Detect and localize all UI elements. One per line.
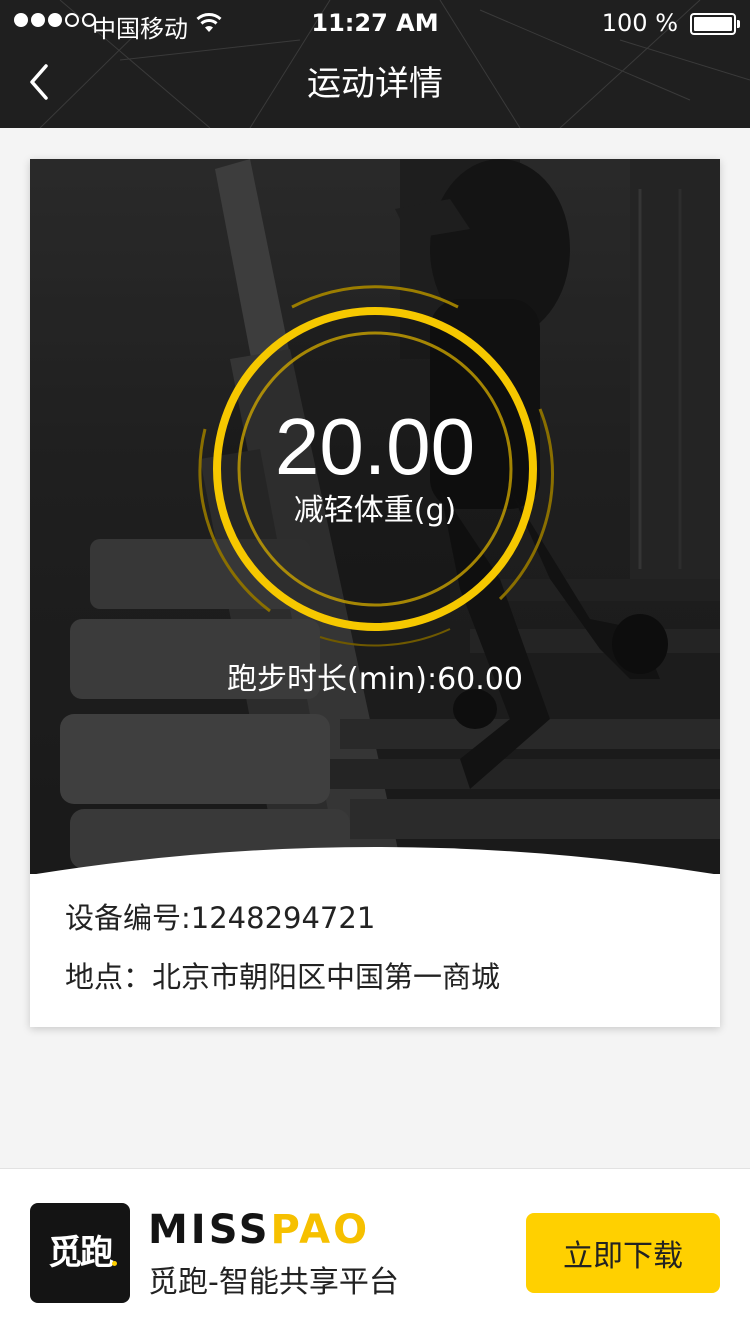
page-title: 运动详情: [307, 64, 443, 104]
hero-curve-divider: [36, 847, 714, 874]
app-logo-text: 觅跑: [48, 1233, 114, 1273]
weight-loss-value: 20.00: [274, 402, 476, 491]
brand-name-part1: MISS: [148, 1207, 271, 1253]
battery-percentage: 100 %: [601, 9, 678, 37]
app-download-banner: 觅跑 MISSPAO 觅跑-智能共享平台 立即下载: [0, 1168, 750, 1335]
workout-card: 20.00 减轻体重(g) 跑步时长(min):60.00 设备编号:12482…: [30, 159, 720, 1027]
run-duration: 跑步时长(min):60.00: [227, 662, 523, 697]
brand-name: MISSPAO: [148, 1207, 370, 1253]
brand-name-part2: PAO: [270, 1207, 371, 1253]
nav-bar: 中国移动 11:27 AM 100 % 运动详情: [0, 0, 750, 128]
device-number: 设备编号:1248294721: [65, 901, 376, 935]
app-logo: 觅跑: [30, 1203, 130, 1303]
download-button[interactable]: 立即下载: [526, 1213, 720, 1293]
workout-location: 地点：北京市朝阳区中国第一商城: [65, 960, 501, 994]
status-bar: 中国移动 11:27 AM 100 %: [0, 0, 750, 48]
weight-loss-label: 减轻体重(g): [293, 493, 457, 528]
workout-hero: 20.00 减轻体重(g) 跑步时长(min):60.00: [30, 159, 720, 874]
battery-icon: [690, 13, 740, 35]
app-description: 觅跑-智能共享平台: [148, 1265, 399, 1300]
